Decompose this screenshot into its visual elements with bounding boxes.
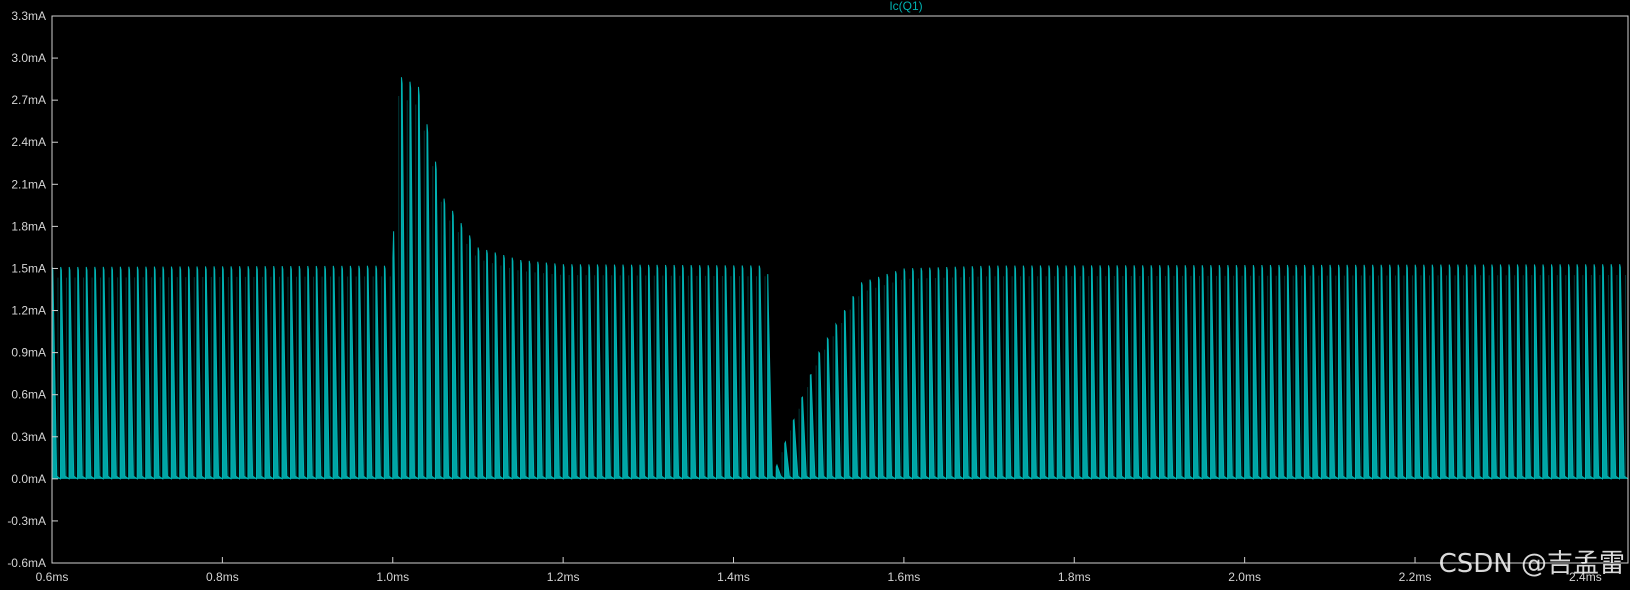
x-tick-label: 2.2ms (1399, 570, 1432, 584)
x-tick-label: 2.0ms (1228, 570, 1261, 584)
y-tick-label: 2.4mA (11, 135, 46, 149)
y-tick-label: 0.9mA (11, 346, 46, 360)
x-tick-label: 0.6ms (36, 570, 69, 584)
y-tick-label: 3.3mA (11, 9, 46, 23)
plot-window: Ic(Q1) 3.3mA 3.0mA 2.7mA 2.4mA 2.1mA 1.8mA 1.5… (0, 0, 1630, 590)
y-tick-label: -0.3mA (7, 514, 46, 528)
y-tick-label: 1.5mA (11, 261, 46, 275)
x-tick-label: 1.2ms (547, 570, 580, 584)
waveform-chart: Ic(Q1) 3.3mA 3.0mA 2.7mA 2.4mA 2.1mA 1.8mA 1.5… (7, 0, 1629, 584)
y-tick-label: 0.0mA (11, 472, 46, 486)
x-tick-label: 1.0ms (376, 570, 409, 584)
y-tick-label: 2.7mA (11, 93, 46, 107)
trace-layer (51, 77, 1629, 480)
x-tick-label: 1.4ms (717, 570, 750, 584)
y-tick-label: 0.3mA (11, 430, 46, 444)
trace-title[interactable]: Ic(Q1) (889, 0, 922, 13)
y-tick-label: 3.0mA (11, 51, 46, 65)
y-tick-label: 2.1mA (11, 177, 46, 191)
watermark: CSDN @吉孟雷 (1439, 549, 1625, 579)
y-tick-label: 1.2mA (11, 304, 46, 318)
y-tick-label: 0.6mA (11, 388, 46, 402)
x-tick-label: 0.8ms (206, 570, 239, 584)
x-tick-label: 1.6ms (888, 570, 921, 584)
x-tick-label: 1.8ms (1058, 570, 1091, 584)
y-tick-label: -0.6mA (7, 556, 46, 570)
y-axis: 3.3mA 3.0mA 2.7mA 2.4mA 2.1mA 1.8mA 1.5mA 1.2mA… (7, 9, 58, 570)
y-tick-label: 1.8mA (11, 219, 46, 233)
x-axis: 0.6ms 0.8ms 1.0ms 1.2ms 1.4ms 1.6ms 1.8ms 2.0ms… (36, 557, 1602, 584)
